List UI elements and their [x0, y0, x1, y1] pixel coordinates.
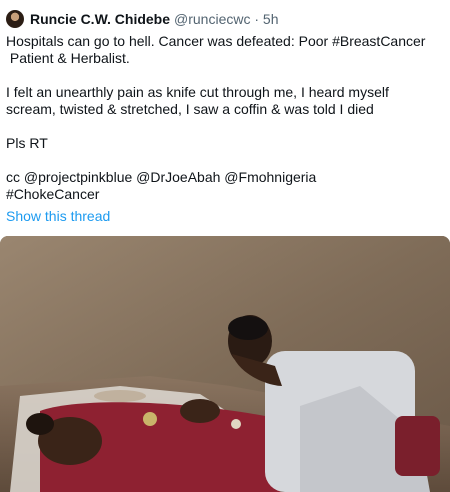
show-thread-link[interactable]: Show this thread — [6, 208, 110, 224]
tweet-paragraph: I felt an unearthly pain as knife cut th… — [6, 84, 393, 117]
tweet-paragraph: Pls RT — [6, 135, 48, 151]
tweet-header: Runcie C.W. Chidebe @runciecwc · 5h — [6, 9, 278, 29]
tweet-paragraph: cc @projectpinkblue @DrJoeAbah @Fmohnige… — [6, 169, 317, 202]
photo-illustration — [0, 236, 450, 492]
author-avatar[interactable] — [6, 10, 24, 28]
tweet-text: Hospitals can go to hell. Cancer was def… — [6, 33, 442, 203]
tweet-paragraph: Hospitals can go to hell. Cancer was def… — [6, 33, 426, 66]
tweet-photo[interactable] — [0, 236, 450, 492]
author-name[interactable]: Runcie C.W. Chidebe — [30, 11, 170, 27]
author-handle-time[interactable]: @runciecwc · 5h — [174, 11, 278, 27]
tweet-card: Runcie C.W. Chidebe @runciecwc · 5h Hosp… — [0, 0, 450, 492]
